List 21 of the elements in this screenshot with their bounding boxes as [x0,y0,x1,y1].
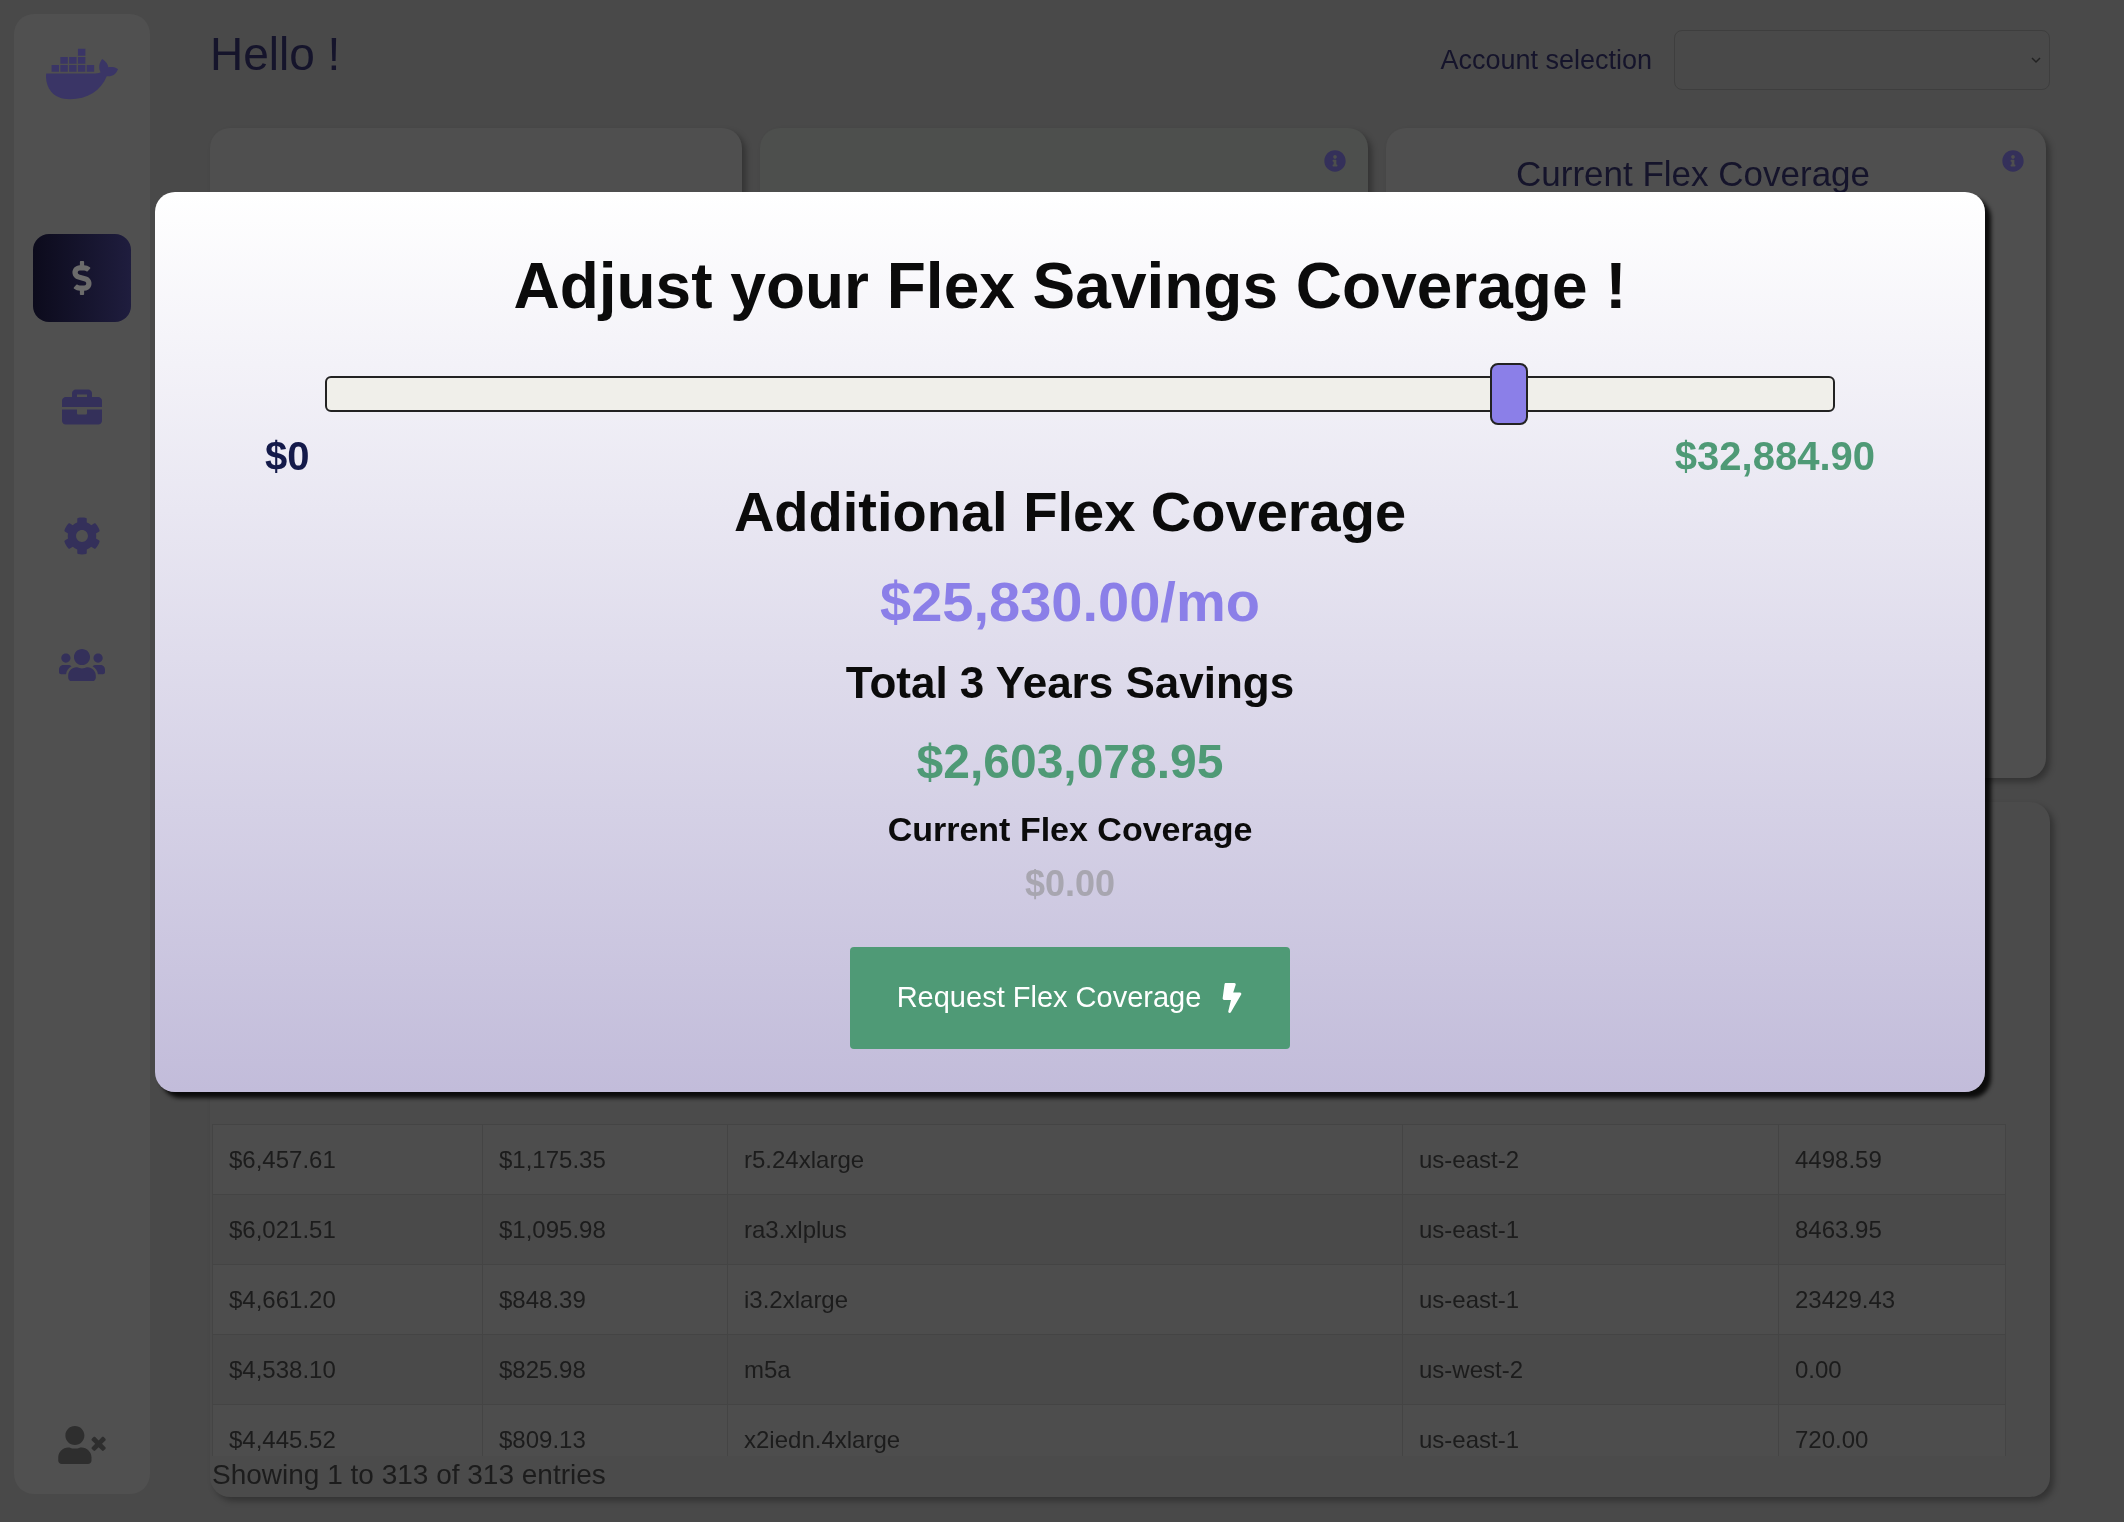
slider-min-label: $0 [265,433,310,480]
gear-icon [63,517,101,555]
slider-thumb[interactable] [1490,363,1529,425]
chevron-down-icon [2031,56,2041,64]
additional-label: Additional Flex Coverage [733,479,1407,545]
account-select[interactable] [1674,30,2050,90]
briefcase-icon [60,387,104,427]
savings-label: Total 3 Years Savings [845,657,1295,709]
additional-value: $25,830.00/mo [880,569,1260,635]
sidebar-item[interactable] [33,234,131,322]
modal-title: Adjust your Flex Savings Coverage ! [513,249,1627,324]
info-icon[interactable] [1324,150,1346,172]
info-icon[interactable] [2002,150,2024,172]
savings-value: $2,603,078.95 [916,734,1224,790]
coverage-slider[interactable] [325,362,1835,426]
user-remove-icon[interactable] [57,1426,107,1464]
bolt-icon [1221,983,1244,1013]
request-button[interactable]: Request Flex Coverage [850,947,1290,1049]
current-label: Current Flex Coverage [887,809,1253,850]
card-title: Current Flex Coverage [1516,153,1871,195]
slider-max-label: $32,884.90 [1674,433,1875,480]
